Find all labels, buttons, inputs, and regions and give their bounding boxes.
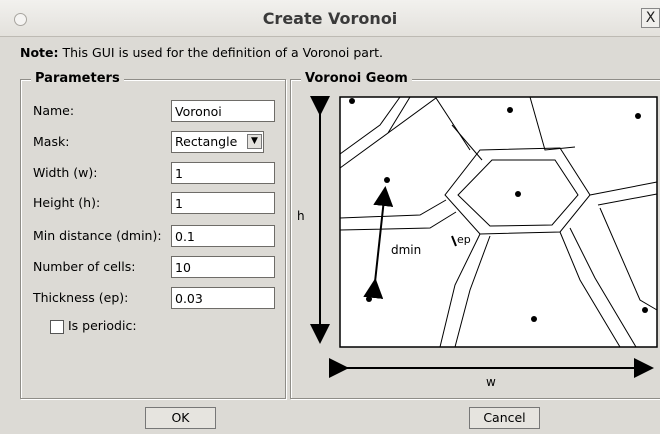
min-distance-field[interactable] [171, 225, 275, 247]
close-icon: X [645, 10, 656, 26]
close-button[interactable]: X [641, 8, 660, 28]
h-label: h [297, 209, 305, 223]
periodic-checkbox[interactable] [50, 320, 64, 334]
height-label: Height (h): [33, 195, 101, 210]
chevron-down-icon[interactable]: ▼ [247, 134, 262, 149]
voronoi-seed [384, 177, 390, 183]
ok-button[interactable]: OK [145, 407, 216, 429]
voronoi-seed [349, 98, 355, 104]
num-cells-label: Number of cells: [33, 259, 136, 274]
geom-title: Voronoi Geom [301, 71, 412, 86]
name-field[interactable] [171, 100, 275, 122]
width-field[interactable] [171, 162, 275, 184]
height-field[interactable] [171, 192, 275, 214]
mask-value: Rectangle [175, 134, 238, 149]
voronoi-seed [507, 107, 513, 113]
voronoi-seed [635, 113, 641, 119]
name-label: Name: [33, 103, 75, 118]
voronoi-seed [642, 307, 648, 313]
voronoi-diagram: h w dmin ep [297, 96, 658, 389]
cancel-button[interactable]: Cancel [469, 407, 540, 429]
title-bar: Create Voronoi X [0, 0, 660, 37]
create-voronoi-dialog: Create Voronoi X Note: This GUI is used … [0, 0, 660, 434]
periodic-label: Is periodic: [68, 318, 137, 333]
window-title: Create Voronoi [262, 9, 398, 28]
note-body: This GUI is used for the definition of a… [62, 45, 383, 60]
mask-label: Mask: [33, 134, 70, 149]
min-distance-label: Min distance (dmin): [33, 228, 162, 243]
voronoi-seed [366, 296, 372, 302]
voronoi-seed [531, 316, 537, 322]
voronoi-seed [515, 191, 521, 197]
w-label: w [486, 375, 496, 389]
width-label: Width (w): [33, 165, 98, 180]
thickness-label: Thickness (ep): [33, 290, 129, 305]
dmin-label: dmin [391, 243, 421, 257]
parameters-frame: Parameters Name: Mask: Rectangle ▼ Width… [20, 71, 286, 399]
note-prefix: Note: [20, 45, 59, 60]
num-cells-field[interactable] [171, 256, 275, 278]
ep-label: ep [457, 233, 471, 246]
parameters-title: Parameters [31, 71, 124, 86]
voronoi-canvas [339, 96, 658, 348]
thickness-field[interactable] [171, 287, 275, 309]
mask-select[interactable]: Rectangle ▼ [171, 131, 264, 153]
note-text: Note: This GUI is used for the definitio… [20, 45, 383, 60]
